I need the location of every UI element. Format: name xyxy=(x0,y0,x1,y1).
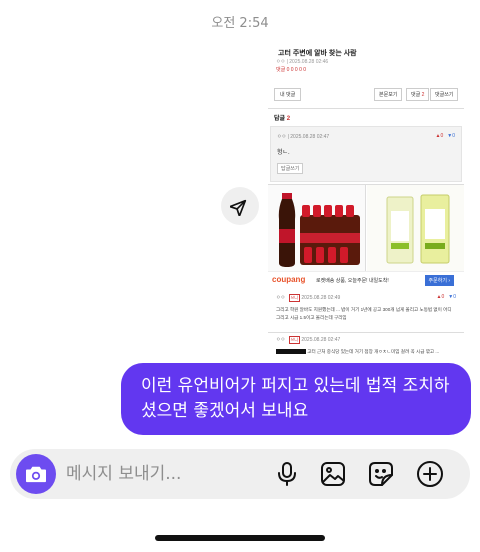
ad-order-button: 주문하기 › xyxy=(424,275,454,286)
comment-text: 고터 근처 중식당 있는데 거기 점장 개ㅇㅊㄴ미임 걸려 꼭 시급 깎고 ..… xyxy=(276,348,456,356)
comment-item: ㅇㅇ 쓰니 2025.08.28 02:49 ▲0 ▼0 그리고 학원 알바도 지… xyxy=(270,292,462,332)
sent-message-bubble[interactable]: 이런 유언비어가 퍼지고 있는데 법적 조치하셨으면 좋겠어서 보내요 xyxy=(121,363,471,435)
comment-item: ㅇㅇ 쓰니 2025.08.28 02:47 고터 근처 중식당 있는데 거기 … xyxy=(270,334,462,358)
comment-likes: 0 xyxy=(440,133,444,139)
reply-label: 댓글 xyxy=(411,92,421,98)
divider xyxy=(268,108,464,109)
ad-banner: coupang 로켓배송 상품, 오늘주문! 내일도착! 주문하기 › xyxy=(268,184,464,289)
comment-reply-button: 답글쓰기 xyxy=(277,163,304,174)
redacted-text xyxy=(276,349,306,355)
microphone-icon xyxy=(278,462,296,486)
comment-votes: ▲0 ▼0 xyxy=(436,294,456,300)
sticker-icon xyxy=(369,462,393,486)
divider xyxy=(268,332,464,333)
message-composer xyxy=(10,449,470,499)
ad-footer: coupang 로켓배송 상품, 오늘주문! 내일도착! 주문하기 › xyxy=(268,271,464,289)
post-title: 고터 주변에 알바 찾는 사람 xyxy=(278,50,357,57)
camera-button[interactable] xyxy=(16,454,56,494)
comment-dislikes: 0 xyxy=(453,294,456,300)
shared-screenshot-image[interactable]: 고터 주변에 알바 찾는 사람 ㅇㅇ | 2025.08.28 02:46 댓글… xyxy=(268,40,464,358)
post-meta: ㅇㅇ | 2025.08.28 02:46 xyxy=(276,59,329,65)
comment-item: ㅇㅇ | 2025.08.28 02:47 ▲0 ▼0 헝ㄴ. 답글쓰기 xyxy=(270,126,462,182)
coupang-logo: coupang xyxy=(272,275,306,284)
comment-dislikes: 0 xyxy=(452,133,455,139)
comment-meta: ㅇㅇ | 2025.08.28 02:47 xyxy=(277,134,330,140)
microphone-button[interactable] xyxy=(272,459,302,489)
reply-header-count: 2 xyxy=(286,116,291,122)
author-badge: 쓰니 xyxy=(288,336,300,344)
share-button[interactable] xyxy=(221,187,259,225)
comment-likes: 0 xyxy=(441,294,445,300)
reply-header-label: 답글 xyxy=(274,116,286,122)
home-indicator xyxy=(155,535,325,541)
view-post-button: 본문보기 xyxy=(374,88,403,101)
reply-header: 답글 2 xyxy=(274,113,290,122)
reply-count-button: 댓글 2 xyxy=(406,88,430,101)
comment-text: 그리고 학원 알바도 지원했는데 ... 밥이 거기 1년에 공고 300개 넘… xyxy=(276,307,452,320)
post-action-row: 내 댓글 본문보기 댓글 2 댓글쓰기 xyxy=(268,88,464,102)
image-icon xyxy=(321,462,345,486)
comment-meta: ㅇㅇ 쓰니 2025.08.28 02:47 xyxy=(276,336,340,344)
ad-product-image-cola xyxy=(268,185,366,271)
comment-date: 2025.08.28 02:47 xyxy=(301,337,341,343)
sticker-button[interactable] xyxy=(366,459,396,489)
plus-icon xyxy=(417,461,443,487)
reply-count: 2 xyxy=(421,92,425,98)
my-replies-button: 내 댓글 xyxy=(274,88,302,101)
comment-text-body: 고터 근처 중식당 있는데 거기 점장 개ㅇㅊㄴ미임 걸려 꼭 시급 깎고 ..… xyxy=(307,349,440,354)
comment-nick: ㅇㅇ xyxy=(276,295,286,301)
camera-icon xyxy=(26,466,46,483)
ad-product-image-ointment xyxy=(367,185,464,271)
more-button[interactable] xyxy=(415,459,445,489)
write-reply-button: 댓글쓰기 xyxy=(430,88,459,101)
post-stats: 댓글 0 0 0 0 0 xyxy=(276,67,307,73)
comment-votes: ▲0 ▼0 xyxy=(435,133,455,139)
comment-nick: ㅇㅇ xyxy=(276,337,286,343)
comment-text: 헝ㄴ. xyxy=(277,150,290,156)
comment-date: 2025.08.28 02:49 xyxy=(301,295,341,301)
gallery-button[interactable] xyxy=(318,459,348,489)
send-icon xyxy=(230,199,247,216)
author-badge: 쓰니 xyxy=(288,294,300,302)
message-input[interactable] xyxy=(66,459,266,489)
ad-text: 로켓배송 상품, 오늘주문! 내일도착! xyxy=(316,278,389,284)
comment-meta: ㅇㅇ 쓰니 2025.08.28 02:49 xyxy=(276,294,340,302)
message-timestamp: 오전 2:54 xyxy=(211,16,269,31)
